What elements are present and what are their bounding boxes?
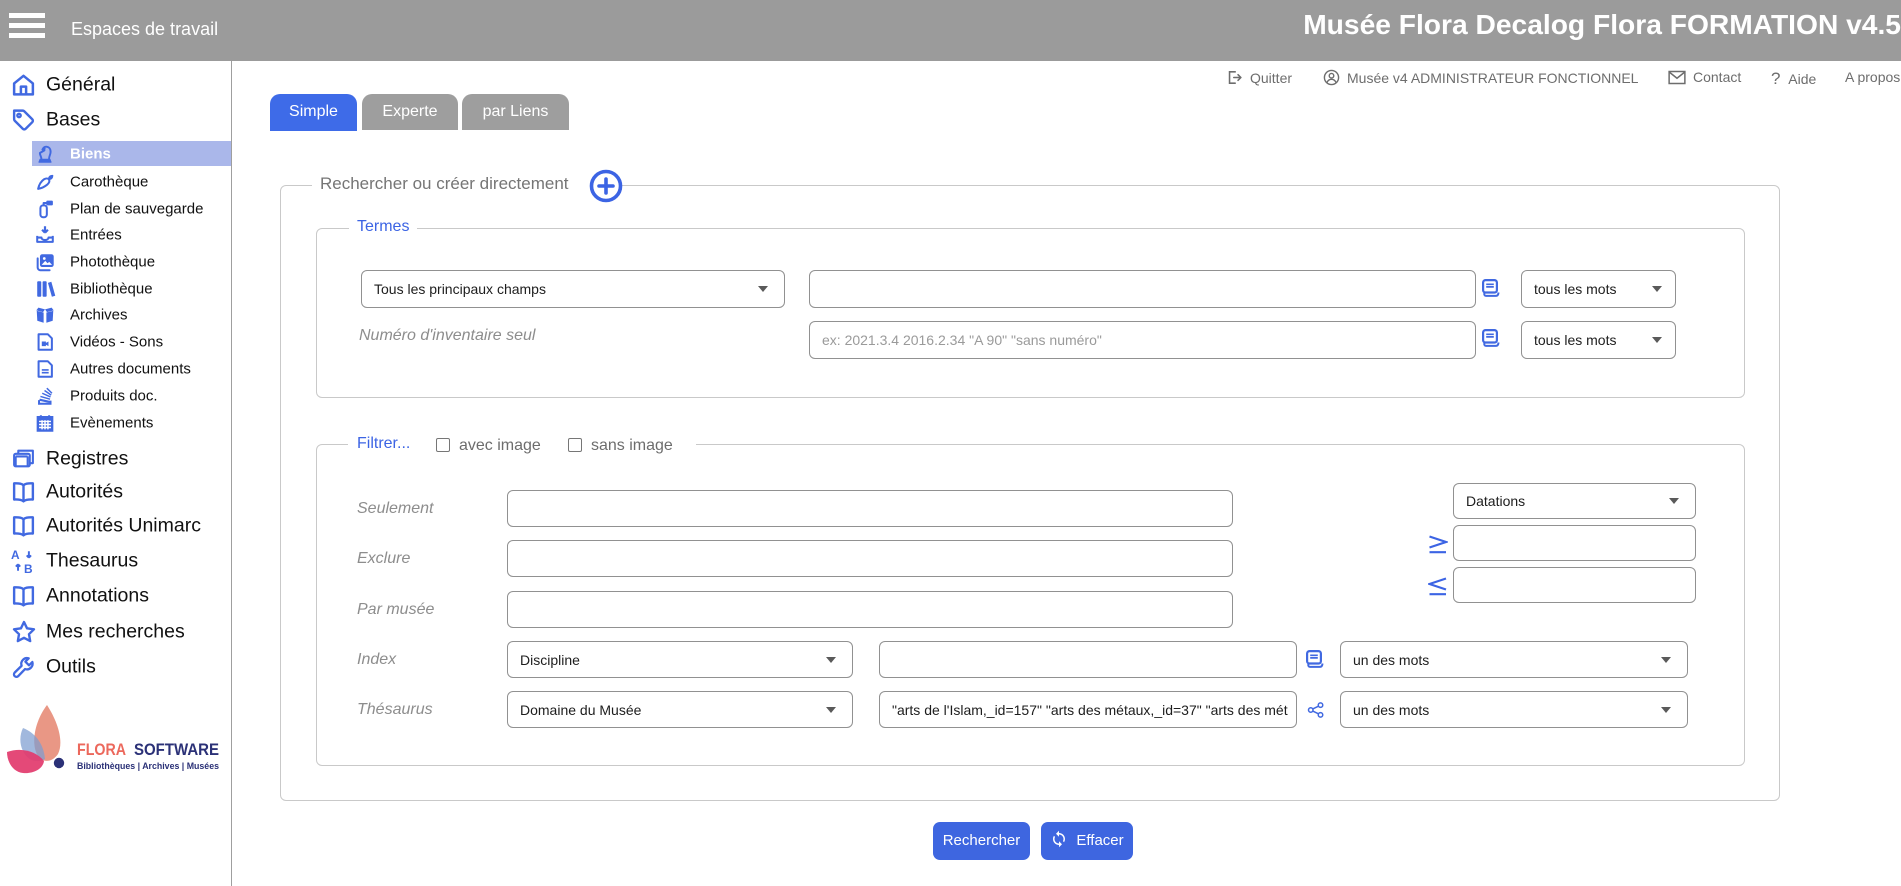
svg-text:B: B [24,562,33,574]
svg-text:SOFTWARE: SOFTWARE [134,740,219,759]
svg-text:A: A [11,548,20,562]
svg-text:FLORA: FLORA [77,740,126,759]
svg-text:Bibliothèques | Archives | Mus: Bibliothèques | Archives | Musées [77,761,219,772]
